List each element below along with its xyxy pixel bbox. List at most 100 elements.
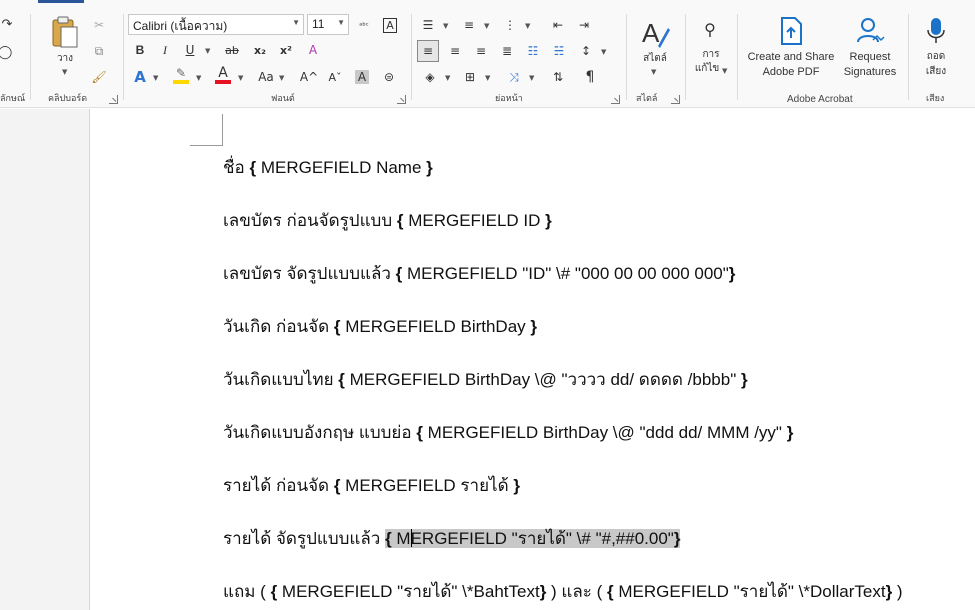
document-line-income-raw[interactable]: รายได้ ก่อนจัด { MERGEFIELD รายได้ } bbox=[223, 472, 520, 499]
field-code[interactable]: MERGEFIELD ID bbox=[403, 211, 545, 230]
font-dialog-launcher-icon[interactable] bbox=[397, 95, 406, 104]
character-border-button[interactable]: A bbox=[379, 14, 401, 36]
search-icon[interactable]: ⚲ bbox=[699, 18, 721, 40]
document-line-id-formatted[interactable]: เลขบัตร จัดรูปแบบแล้ว { MERGEFIELD "ID" … bbox=[223, 260, 735, 287]
multilevel-dropdown-chevron-icon[interactable]: ▼ bbox=[525, 22, 530, 30]
subscript-button[interactable]: x₂ bbox=[249, 39, 271, 61]
bullets-dropdown-chevron-icon[interactable]: ▼ bbox=[443, 22, 448, 30]
format-painter-icon[interactable]: 🖌 bbox=[88, 66, 110, 88]
field-code-part-a[interactable]: M bbox=[392, 529, 410, 548]
thai-distributed-icon[interactable]: ☵ bbox=[548, 40, 570, 62]
highlight-dropdown-chevron-icon[interactable]: ▼ bbox=[196, 74, 201, 82]
decrease-indent-icon[interactable]: ⇤ bbox=[547, 14, 569, 36]
microphone-icon[interactable] bbox=[924, 16, 948, 46]
paragraph-dialog-launcher-icon[interactable] bbox=[611, 95, 620, 104]
field-code[interactable]: MERGEFIELD "รายได้" \*DollarText bbox=[614, 582, 885, 601]
request-signatures-line1[interactable]: Request bbox=[839, 50, 901, 64]
numbering-icon[interactable]: ≡ bbox=[458, 14, 480, 36]
change-case-dropdown-chevron-icon[interactable]: ▼ bbox=[279, 74, 284, 82]
document-line-birthday-raw[interactable]: วันเกิด ก่อนจัด { MERGEFIELD BirthDay } bbox=[223, 313, 537, 340]
enclose-characters-icon[interactable]: ⊜ bbox=[378, 66, 400, 88]
paste-icon[interactable] bbox=[50, 16, 80, 50]
document-line-bonus-text[interactable]: แถม ( { MERGEFIELD "รายได้" \*BahtText} … bbox=[223, 578, 903, 605]
format-painter-partial-icon[interactable]: ◯ bbox=[0, 42, 12, 62]
text-effects-button[interactable]: A bbox=[129, 66, 151, 88]
dictate-line2[interactable]: เสียง bbox=[918, 65, 954, 79]
change-case-button[interactable]: Aa bbox=[253, 66, 279, 88]
editing-dropdown-chevron-icon[interactable]: ▼ bbox=[722, 67, 727, 75]
document-line-birthday-english[interactable]: วันเกิดแบบอังกฤษ แบบย่อ { MERGEFIELD Bir… bbox=[223, 419, 793, 446]
italic-button[interactable]: I bbox=[154, 39, 176, 61]
underline-button[interactable]: U bbox=[179, 39, 201, 61]
underline-dropdown-chevron-icon[interactable]: ▼ bbox=[205, 47, 210, 55]
create-pdf-icon[interactable] bbox=[779, 16, 805, 46]
asian-layout-icon[interactable]: ⤨ bbox=[503, 66, 525, 88]
field-code[interactable]: MERGEFIELD BirthDay \@ "ddd dd/ MMM /yy" bbox=[423, 423, 787, 442]
line-spacing-icon[interactable]: ↕ bbox=[575, 40, 597, 62]
strikethrough-button[interactable]: ab bbox=[221, 39, 243, 61]
dictate-line1[interactable]: ถอด bbox=[918, 50, 954, 64]
field-code-part-b[interactable]: ERGEFIELD "รายได้" \# "#,##0.00" bbox=[411, 529, 674, 548]
document-line-income-formatted[interactable]: รายได้ จัดรูปแบบแล้ว { MERGEFIELD "รายได… bbox=[223, 525, 681, 552]
cut-icon[interactable]: ✂ bbox=[88, 14, 110, 36]
borders-icon[interactable]: ⊞ bbox=[459, 66, 481, 88]
redo-icon[interactable]: ↷ bbox=[0, 14, 14, 34]
chevron-down-icon[interactable]: ▼ bbox=[292, 18, 300, 27]
document-line-id-raw[interactable]: เลขบัตร ก่อนจัดรูปแบบ { MERGEFIELD ID } bbox=[223, 207, 552, 234]
numbering-dropdown-chevron-icon[interactable]: ▼ bbox=[484, 22, 489, 30]
request-signatures-icon[interactable] bbox=[855, 16, 885, 46]
shrink-font-button[interactable]: Aˇ bbox=[324, 66, 346, 88]
grow-font-button[interactable]: A^ bbox=[298, 66, 320, 88]
document-line-name[interactable]: ชื่อ { MERGEFIELD Name } bbox=[223, 154, 433, 181]
bullets-icon[interactable]: ☰ bbox=[417, 14, 439, 36]
field-code[interactable]: MERGEFIELD "รายได้" \*BahtText bbox=[277, 582, 540, 601]
bold-button[interactable]: B bbox=[129, 39, 151, 61]
shading-bucket-icon[interactable]: ◈ bbox=[419, 66, 441, 88]
font-name-combo[interactable]: Calibri (เนื้อความ) ▼ bbox=[128, 14, 304, 35]
clear-formatting-icon[interactable]: A bbox=[302, 39, 324, 61]
chevron-down-icon[interactable]: ▼ bbox=[337, 18, 345, 27]
superscript-button[interactable]: x² bbox=[275, 39, 297, 61]
font-color-button[interactable]: A bbox=[212, 64, 234, 86]
highlight-color-icon[interactable]: ✎ bbox=[170, 64, 192, 86]
distributed-icon[interactable]: ☷ bbox=[522, 40, 544, 62]
character-shading-button[interactable]: A bbox=[351, 66, 373, 88]
font-size-combo[interactable]: 11 ▼ bbox=[307, 14, 349, 35]
phonetic-guide-button[interactable]: ᵃᵇᶜ bbox=[353, 14, 375, 36]
field-shading-selected[interactable]: { MERGEFIELD "รายได้" \# "#,##0.00"} bbox=[385, 529, 681, 548]
field-code[interactable]: MERGEFIELD "ID" \# "000 00 00 000 000" bbox=[402, 264, 729, 283]
styles-dropdown-chevron-icon[interactable]: ▼ bbox=[651, 68, 656, 76]
asian-layout-dropdown-chevron-icon[interactable]: ▼ bbox=[529, 74, 534, 82]
styles-button-label[interactable]: สไตล์ bbox=[640, 52, 670, 66]
text-effects-dropdown-chevron-icon[interactable]: ▼ bbox=[153, 74, 158, 82]
copy-icon[interactable]: ⧉ bbox=[88, 40, 110, 62]
field-code[interactable]: MERGEFIELD Name bbox=[256, 158, 426, 177]
document-page[interactable]: ชื่อ { MERGEFIELD Name } เลขบัตร ก่อนจัด… bbox=[91, 109, 975, 610]
styles-dialog-launcher-icon[interactable] bbox=[671, 95, 680, 104]
document-line-birthday-thai[interactable]: วันเกิดแบบไทย { MERGEFIELD BirthDay \@ "… bbox=[223, 366, 748, 393]
shading-dropdown-chevron-icon[interactable]: ▼ bbox=[445, 74, 450, 82]
multilevel-list-icon[interactable]: ⋮ bbox=[499, 14, 521, 36]
show-marks-button[interactable]: ¶ bbox=[579, 66, 601, 88]
request-signatures-line2[interactable]: Signatures bbox=[839, 65, 901, 79]
font-color-dropdown-chevron-icon[interactable]: ▼ bbox=[238, 74, 243, 82]
align-left-icon[interactable]: ≡ bbox=[417, 40, 439, 62]
increase-indent-icon[interactable]: ⇥ bbox=[573, 14, 595, 36]
sort-icon[interactable]: ⇅ bbox=[547, 66, 569, 88]
create-share-pdf-line2[interactable]: Adobe PDF bbox=[743, 65, 839, 79]
align-center-icon[interactable]: ≡ bbox=[444, 40, 466, 62]
editing-label-line2[interactable]: แก้ไข bbox=[689, 62, 725, 76]
paste-dropdown-chevron-icon[interactable]: ▼ bbox=[62, 68, 67, 76]
field-code[interactable]: MERGEFIELD รายได้ bbox=[340, 476, 513, 495]
editing-label-line1[interactable]: การ bbox=[691, 48, 731, 62]
paste-button-label[interactable]: วาง bbox=[54, 52, 76, 66]
line-spacing-dropdown-chevron-icon[interactable]: ▼ bbox=[601, 48, 606, 56]
clipboard-dialog-launcher-icon[interactable] bbox=[109, 95, 118, 104]
field-code[interactable]: MERGEFIELD BirthDay \@ "วววว dd/ ดดดด /b… bbox=[345, 370, 741, 389]
borders-dropdown-chevron-icon[interactable]: ▼ bbox=[485, 74, 490, 82]
styles-gallery-icon[interactable]: A bbox=[638, 16, 672, 50]
field-code[interactable]: MERGEFIELD BirthDay bbox=[341, 317, 531, 336]
justify-icon[interactable]: ≣ bbox=[496, 40, 518, 62]
align-right-icon[interactable]: ≡ bbox=[470, 40, 492, 62]
create-share-pdf-line1[interactable]: Create and Share bbox=[743, 50, 839, 64]
